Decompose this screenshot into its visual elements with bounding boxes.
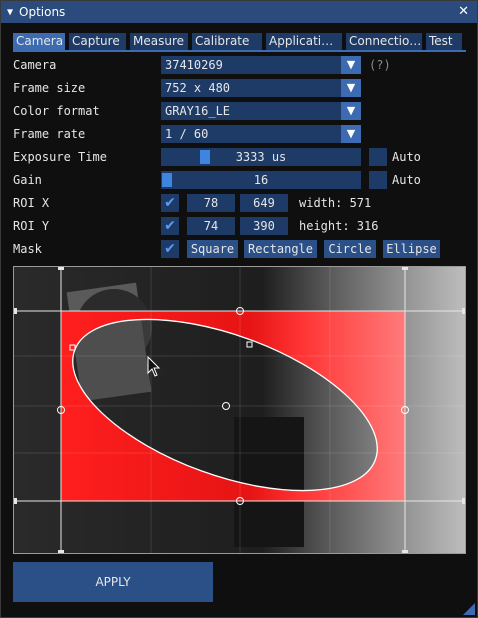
roi-edge-marker xyxy=(58,550,64,553)
roi-y-height: height: 316 xyxy=(299,219,379,233)
chevron-down-icon[interactable]: ▼ xyxy=(341,102,361,120)
exposure-label: Exposure Time xyxy=(13,150,107,164)
roi-edge-marker xyxy=(58,267,64,270)
roi-x-width: width: 571 xyxy=(299,196,372,210)
tab-bar: Camera Capture Measure Calibrate Applica… xyxy=(13,33,466,50)
frame-size-label: Frame size xyxy=(13,81,86,95)
camera-select[interactable]: 37410269 ▼ xyxy=(161,56,361,74)
gain-auto-checkbox[interactable] xyxy=(369,171,387,189)
tab-calibrate[interactable]: Calibrate xyxy=(192,33,262,50)
roi-edge-marker xyxy=(402,267,408,270)
roi-edge-marker xyxy=(402,550,408,553)
gain-auto-label: Auto xyxy=(392,173,421,187)
exposure-slider[interactable]: 3333 us xyxy=(161,148,361,166)
camera-value: 37410269 xyxy=(165,58,223,72)
title-bar[interactable]: ▼ Options ✕ xyxy=(1,1,477,23)
color-format-label: Color format xyxy=(13,104,100,118)
close-icon[interactable]: ✕ xyxy=(458,4,469,19)
frame-rate-value: 1 / 60 xyxy=(165,127,209,141)
color-format-value: GRAY16_LE xyxy=(165,104,231,118)
exposure-value: 3333 us xyxy=(235,150,287,164)
mask-checkbox[interactable]: ✔ xyxy=(161,240,179,258)
color-format-select[interactable]: GRAY16_LE ▼ xyxy=(161,102,361,120)
camera-label: Camera xyxy=(13,58,57,72)
mask-square-button[interactable]: Square xyxy=(187,240,238,258)
roi-x-label: ROI X xyxy=(13,196,50,210)
tab-underline xyxy=(13,50,466,52)
window-title: Options xyxy=(19,5,66,19)
tab-application[interactable]: Applicati… xyxy=(266,33,342,50)
frame-rate-label: Frame rate xyxy=(13,127,86,141)
roi-edge-marker xyxy=(462,498,465,504)
tab-test[interactable]: Test xyxy=(426,33,462,50)
roi-x-min-input[interactable]: 78 xyxy=(187,194,235,212)
preview-canvas[interactable] xyxy=(14,267,465,553)
options-window: ▼ Options ✕ Camera Capture Measure Calib… xyxy=(0,0,478,618)
chevron-down-icon[interactable]: ▼ xyxy=(341,56,361,74)
tab-capture[interactable]: Capture xyxy=(69,33,126,50)
roi-y-min-input[interactable]: 74 xyxy=(187,217,235,235)
checkmark-icon: ✔ xyxy=(164,241,176,257)
gain-slider[interactable]: 16 xyxy=(161,171,361,189)
gain-value: 16 xyxy=(253,173,269,187)
mask-label: Mask xyxy=(13,242,42,256)
collapse-icon[interactable]: ▼ xyxy=(1,7,19,18)
roi-edge-marker xyxy=(14,498,17,504)
chevron-down-icon[interactable]: ▼ xyxy=(341,125,361,143)
exposure-auto-label: Auto xyxy=(392,150,421,164)
chevron-down-icon[interactable]: ▼ xyxy=(341,79,361,97)
roi-y-checkbox[interactable]: ✔ xyxy=(161,217,179,235)
roi-y-label: ROI Y xyxy=(13,219,50,233)
gain-label: Gain xyxy=(13,173,42,187)
roi-edge-marker xyxy=(462,308,465,314)
roi-y-max-input[interactable]: 390 xyxy=(240,217,288,235)
roi-x-checkbox[interactable]: ✔ xyxy=(161,194,179,212)
checkmark-icon: ✔ xyxy=(164,195,176,211)
camera-preview[interactable] xyxy=(13,266,466,554)
checkmark-icon: ✔ xyxy=(164,218,176,234)
resize-grip-icon[interactable] xyxy=(463,603,475,615)
roi-x-max-input[interactable]: 649 xyxy=(240,194,288,212)
frame-size-select[interactable]: 752 x 480 ▼ xyxy=(161,79,361,97)
apply-button[interactable]: APPLY xyxy=(13,562,213,602)
mask-circle-button[interactable]: Circle xyxy=(324,240,376,258)
roi-edge-marker xyxy=(14,308,17,314)
tab-measure[interactable]: Measure xyxy=(130,33,188,50)
mask-ellipse-button[interactable]: Ellipse xyxy=(383,240,440,258)
tab-camera[interactable]: Camera xyxy=(13,33,65,50)
frame-size-value: 752 x 480 xyxy=(165,81,231,95)
tab-connection[interactable]: Connectio… xyxy=(346,33,422,50)
help-marker[interactable]: (?) xyxy=(369,56,391,74)
frame-rate-select[interactable]: 1 / 60 ▼ xyxy=(161,125,361,143)
exposure-auto-checkbox[interactable] xyxy=(369,148,387,166)
mask-rectangle-button[interactable]: Rectangle xyxy=(244,240,317,258)
